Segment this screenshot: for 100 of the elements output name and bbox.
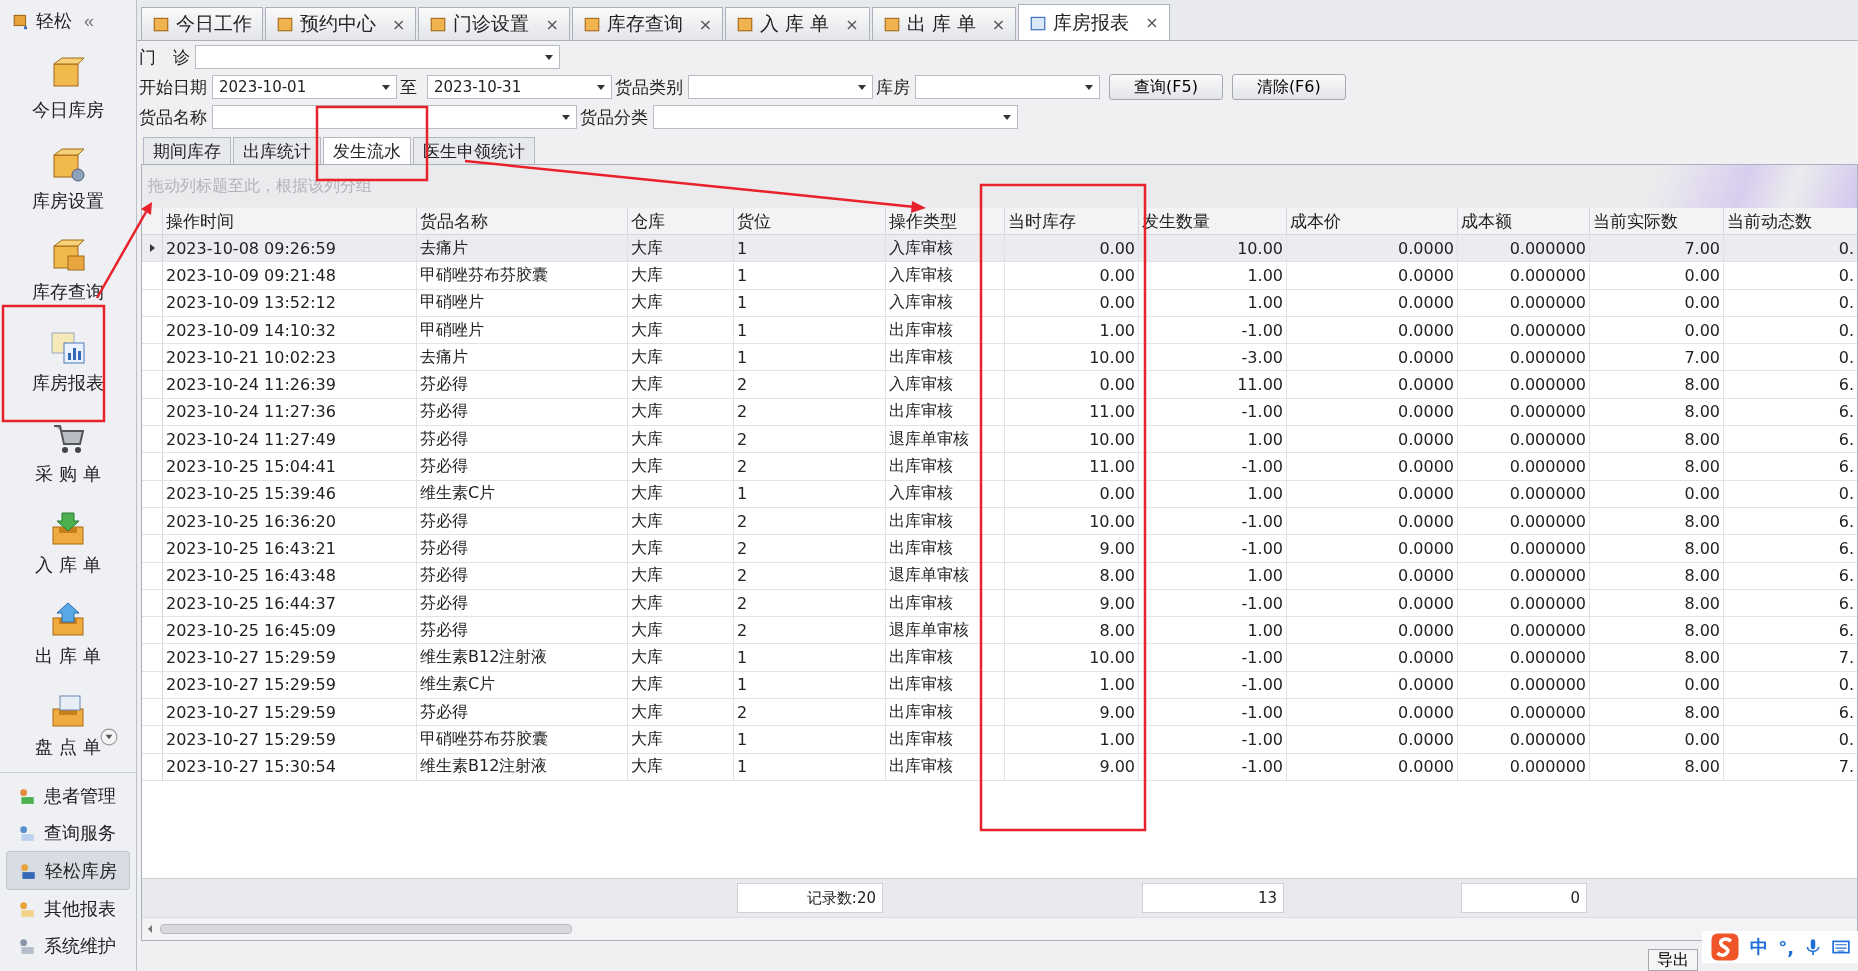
column-header[interactable]: 操作时间 (163, 208, 417, 234)
table-cell: 0.00 (1005, 235, 1139, 262)
sidebar-item[interactable]: 今日库房 (0, 42, 136, 133)
report-tab[interactable]: 期间库存 (143, 137, 231, 164)
document-tab[interactable]: 入 库 单 × (725, 7, 870, 40)
table-row[interactable]: 2023-10-25 16:45:09 芬必得 大库 2 退库单审核 8.00 1.00 0.0000 0.000000 8.00 6. (142, 617, 1857, 645)
table-cell: 2023-10-24 11:27:49 (163, 426, 417, 453)
sidebar-item[interactable]: 盘 点 单 (0, 679, 136, 770)
table-cell: 甲硝唑片 (417, 289, 628, 316)
table-cell: 7. (1724, 753, 1857, 780)
combo-field[interactable]: 2023-10-01 (212, 75, 397, 99)
table-cell: 0.00 (1590, 262, 1724, 289)
table-cell: 1.00 (1005, 316, 1139, 344)
sidebar-item[interactable]: 出 库 单 (0, 588, 136, 679)
column-header[interactable]: 货位 (734, 208, 886, 234)
scroll-left-icon[interactable] (148, 925, 152, 933)
table-cell: 10.00 (1139, 235, 1287, 262)
export-button[interactable]: 导出 (1648, 949, 1698, 971)
table-row[interactable]: 2023-10-25 16:44:37 芬必得 大库 2 出库审核 9.00 -1.00 0.0000 0.000000 8.00 6. (142, 589, 1857, 618)
table-cell: 大库 (628, 398, 734, 426)
table-row[interactable]: 2023-10-25 15:04:41 芬必得 大库 2 出库审核 11.00 -1.00 0.0000 0.000000 8.00 6. (142, 453, 1857, 481)
table-cell: 退库单审核 (886, 562, 1005, 589)
table-row[interactable]: 2023-10-27 15:29:59 甲硝唑芬布芬胶囊 大库 1 出库审核 1.00 -1.00 0.0000 0.000000 0.00 0. (142, 726, 1857, 754)
combo-field[interactable] (653, 105, 1018, 129)
column-header[interactable]: 货品名称 (417, 208, 628, 234)
table-row[interactable]: 2023-10-24 11:26:39 芬必得 大库 2 入库审核 0.00 11.00 0.0000 0.000000 8.00 6. (142, 371, 1857, 399)
table-cell: 芬必得 (417, 453, 628, 480)
table-cell: 6. (1724, 617, 1857, 644)
query-button[interactable]: 清除(F6) (1231, 74, 1346, 100)
table-row[interactable]: 2023-10-25 16:43:21 芬必得 大库 2 出库审核 9.00 -1.00 0.0000 0.000000 8.00 6. (142, 535, 1857, 563)
navigation-group[interactable]: 查询服务 (6, 814, 130, 851)
sidebar-item[interactable]: 库房设置 (0, 133, 136, 224)
document-tab[interactable]: 今日工作 (141, 7, 263, 40)
table-cell: 11.00 (1005, 453, 1139, 480)
table-row[interactable]: 2023-10-27 15:30:54 维生素B12注射液 大库 1 出库审核 9.00 -1.00 0.0000 0.000000 8.00 7. (142, 753, 1857, 781)
table-cell: 0. (1724, 726, 1857, 753)
table-cell: 出库审核 (886, 726, 1005, 753)
table-cell: -1.00 (1139, 398, 1287, 426)
combo-field[interactable] (915, 75, 1100, 99)
summary-cell: 0 (1461, 883, 1587, 913)
query-button[interactable]: 查询(F5) (1109, 74, 1223, 100)
table-cell: 0. (1724, 262, 1857, 289)
column-header[interactable]: 成本价 (1287, 208, 1458, 234)
table-row[interactable]: 2023-10-25 15:39:46 维生素C片 大库 1 入库审核 0.00 1.00 0.0000 0.000000 0.00 0. (142, 480, 1857, 508)
column-header[interactable]: 当前动态数 (1724, 208, 1857, 234)
table-row[interactable]: 2023-10-25 16:36:20 芬必得 大库 2 出库审核 10.00 -1.00 0.0000 0.000000 8.00 6. (142, 507, 1857, 536)
navigation-group[interactable]: 患者管理 (6, 777, 130, 814)
table-cell: 6. (1724, 426, 1857, 453)
table-cell: 1.00 (1139, 426, 1287, 453)
column-header[interactable]: 当前实际数 (1590, 208, 1724, 234)
column-header[interactable]: 成本额 (1458, 208, 1590, 234)
sidebar-title: 轻松 (36, 9, 72, 33)
sidebar-item[interactable]: 采 购 单 (0, 406, 136, 497)
table-row[interactable]: 2023-10-27 15:29:59 芬必得 大库 2 出库审核 9.00 -1.00 0.0000 0.000000 8.00 6. (142, 699, 1857, 727)
document-tab[interactable]: 预约中心 × (265, 7, 417, 40)
summary-cell: 13 (1142, 883, 1284, 913)
table-cell: 大库 (628, 289, 734, 316)
table-cell: 0.0000 (1287, 644, 1458, 671)
combo-field[interactable] (688, 75, 873, 99)
current-row-icon (149, 244, 155, 253)
column-header[interactable]: 当时库存 (1005, 208, 1139, 234)
column-header[interactable]: 仓库 (628, 208, 734, 234)
table-cell: 0. (1724, 289, 1857, 316)
sidebar-item[interactable]: 入 库 单 (0, 497, 136, 588)
document-tab[interactable]: 库存查询 × (571, 7, 724, 40)
combo-field[interactable]: 2023-10-31 (427, 75, 612, 99)
table-row[interactable]: 2023-10-27 15:29:59 维生素C片 大库 1 出库审核 1.00 -1.00 0.0000 0.000000 0.00 0. (142, 671, 1857, 700)
table-row[interactable]: 2023-10-27 15:29:59 维生素B12注射液 大库 1 出库审核 10.00 -1.00 0.0000 0.000000 8.00 7. (142, 644, 1857, 672)
table-cell: 大库 (628, 617, 734, 644)
combo-field[interactable] (195, 45, 560, 69)
document-tab[interactable]: 库房报表 × (1018, 4, 1170, 40)
table-row[interactable]: 2023-10-21 10:02:23 去痛片 大库 1 出库审核 10.00 -3.00 0.0000 0.000000 7.00 0. (142, 344, 1857, 372)
table-row[interactable]: 2023-10-09 14:10:32 甲硝唑片 大库 1 出库审核 1.00 -1.00 0.0000 0.000000 0.00 0. (142, 316, 1857, 345)
table-cell: 芬必得 (417, 371, 628, 398)
table-row[interactable]: 2023-10-08 09:26:59 去痛片 大库 1 入库审核 0.00 10.00 0.0000 0.000000 7.00 0. (142, 235, 1857, 263)
navigation-group[interactable]: 其他报表 (6, 890, 130, 927)
combo-field[interactable] (212, 105, 577, 129)
table-cell: 0.000000 (1458, 644, 1590, 671)
field-label: 至 (400, 75, 418, 99)
dropdown-circle-icon[interactable] (100, 728, 118, 746)
collapse-button[interactable]: « (84, 10, 94, 32)
navigation-group[interactable]: 系统维护 (6, 927, 130, 964)
table-row[interactable]: 2023-10-24 11:27:36 芬必得 大库 2 出库审核 11.00 -1.00 0.0000 0.000000 8.00 6. (142, 398, 1857, 427)
table-row[interactable]: 2023-10-09 13:52:12 甲硝唑片 大库 1 入库审核 0.00 1.00 0.0000 0.000000 0.00 0. (142, 289, 1857, 317)
ime-toolbar[interactable]: 中 °, (1702, 931, 1858, 963)
document-tab[interactable]: 出 库 单 × (871, 7, 1017, 40)
table-cell: 大库 (628, 699, 734, 726)
table-row[interactable]: 2023-10-25 16:43:48 芬必得 大库 2 退库单审核 8.00 1.00 0.0000 0.000000 8.00 6. (142, 562, 1857, 590)
table-row[interactable]: 2023-10-09 09:21:48 甲硝唑芬布芬胶囊 大库 1 入库审核 0.00 1.00 0.0000 0.000000 0.00 0. (142, 262, 1857, 290)
sidebar-item[interactable]: 库房报表 (0, 315, 136, 406)
table-cell: 0.0000 (1287, 507, 1458, 535)
navigation-group[interactable]: 轻松库房 (6, 851, 130, 890)
table-cell: 0.000000 (1458, 426, 1590, 453)
document-tab[interactable]: 门诊设置 × (418, 7, 570, 40)
table-cell: 1.00 (1139, 262, 1287, 289)
table-row[interactable]: 2023-10-24 11:27:49 芬必得 大库 2 退库单审核 10.00 1.00 0.0000 0.000000 8.00 6. (142, 426, 1857, 454)
table-cell: 2023-10-27 15:29:59 (163, 671, 417, 699)
table-cell: 7. (1724, 644, 1857, 671)
report-tab[interactable]: 发生流水 (323, 137, 411, 164)
report-tab[interactable]: 出库统计 (233, 137, 321, 164)
